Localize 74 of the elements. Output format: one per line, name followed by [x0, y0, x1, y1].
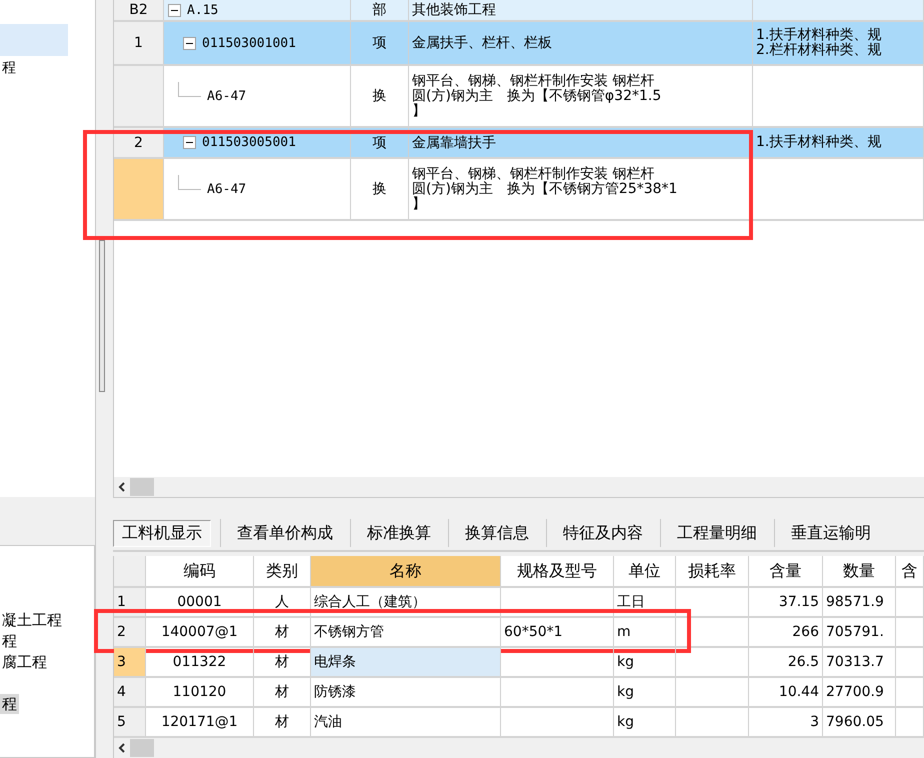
unit-cell: 工日	[614, 588, 676, 616]
scrollbar-thumb[interactable]	[130, 478, 154, 496]
scroll-left-icon[interactable]	[118, 482, 126, 492]
splitter-handle[interactable]	[99, 240, 105, 392]
row-number-cell: 5	[114, 708, 146, 736]
code-cell: A6-47	[207, 88, 246, 104]
tab[interactable]: 工料机显示	[113, 520, 211, 547]
name-cell: 防锈漆	[311, 678, 501, 706]
unit-cell: kg	[614, 648, 676, 676]
name-cell: 金属靠墙扶手	[409, 128, 753, 157]
scroll-left-icon[interactable]	[118, 743, 126, 753]
feature-cell: 1.扶手材料种类、规	[753, 128, 924, 157]
type-cell: 材	[254, 708, 311, 736]
type-cell: 材	[254, 678, 311, 706]
quantity-cell: 98571.9	[823, 588, 896, 616]
content-cell: 266	[749, 618, 823, 646]
code-cell: 011503001001	[202, 36, 296, 50]
code-cell: 140007@1	[146, 618, 254, 646]
column-header[interactable]: 名称	[311, 556, 501, 586]
content-cell: 10.44	[749, 678, 823, 706]
code-cell: 011503005001	[202, 135, 296, 150]
unit-cell: m	[614, 618, 676, 646]
name-cell: 综合人工（建筑）	[311, 588, 501, 616]
tab[interactable]: 垂直运输明	[783, 520, 879, 546]
collapse-toggle-icon[interactable]	[183, 36, 196, 50]
name-cell: 电焊条	[311, 648, 501, 676]
name-cell: 其他装饰工程	[409, 0, 753, 20]
type-cell: 项	[351, 22, 409, 64]
unit-cell: kg	[614, 678, 676, 706]
code-cell: 120171@1	[146, 708, 254, 736]
code-cell: 011322	[146, 648, 254, 676]
collapse-toggle-icon[interactable]	[168, 4, 181, 16]
row-number-cell: B2	[114, 0, 164, 20]
row-number-cell: 2	[114, 618, 146, 646]
type-cell: 部	[351, 0, 409, 20]
tab[interactable]: 工程量明细	[669, 520, 765, 546]
name-cell: 金属扶手、栏杆、栏板	[409, 22, 753, 64]
name-cell: 不锈钢方管	[311, 618, 501, 646]
quantity-cell: 705791.	[823, 618, 896, 646]
name-cell: 汽油	[311, 708, 501, 736]
tab[interactable]: 换算信息	[457, 520, 537, 546]
code-cell: 00001	[146, 588, 254, 616]
type-cell: 人	[254, 588, 311, 616]
content-cell: 37.15	[749, 588, 823, 616]
unit-cell: kg	[614, 708, 676, 736]
type-cell: 项	[351, 128, 409, 157]
content-cell: 3	[749, 708, 823, 736]
scrollbar-thumb[interactable]	[130, 739, 154, 757]
row-number-cell: 1	[114, 22, 164, 64]
row-number-cell: 3	[114, 648, 146, 676]
quantity-cell: 70313.7	[823, 648, 896, 676]
list-item[interactable]: 程	[0, 694, 19, 714]
spec-cell: 60*50*1	[501, 618, 614, 646]
list-item[interactable]: 程	[0, 631, 19, 652]
code-cell: A6-47	[207, 182, 246, 196]
tab[interactable]: 特征及内容	[555, 520, 651, 546]
name-cell: 钢平台、钢梯、钢栏杆制作安装 钢栏杆 圆(方)钢为主 换为【不锈钢方管25*38*1 】	[409, 159, 753, 219]
code-cell: 110120	[146, 678, 254, 706]
name-cell: 钢平台、钢梯、钢栏杆制作安装 钢栏杆 圆(方)钢为主 换为【不锈钢管φ32*1.5 】	[409, 66, 753, 126]
tab[interactable]: 标准换算	[359, 520, 439, 546]
list-item[interactable]: 凝土工程	[0, 610, 64, 630]
row-number-cell: 4	[114, 678, 146, 706]
feature-cell: 1.扶手材料种类、规 2.栏杆材料种类、规	[753, 22, 924, 64]
list-item[interactable]: 腐工程	[0, 652, 49, 672]
type-cell: 换	[351, 66, 409, 126]
content-cell: 26.5	[749, 648, 823, 676]
type-cell: 材	[254, 618, 311, 646]
type-cell: 换	[351, 159, 409, 219]
quantity-cell: 27700.9	[823, 678, 896, 706]
collapse-toggle-icon[interactable]	[183, 136, 196, 149]
quantity-cell: 7960.05	[823, 708, 896, 736]
code-cell: A.15	[187, 2, 218, 18]
tree-item[interactable]: 程	[0, 56, 16, 80]
tab[interactable]: 查看单价构成	[229, 520, 341, 546]
